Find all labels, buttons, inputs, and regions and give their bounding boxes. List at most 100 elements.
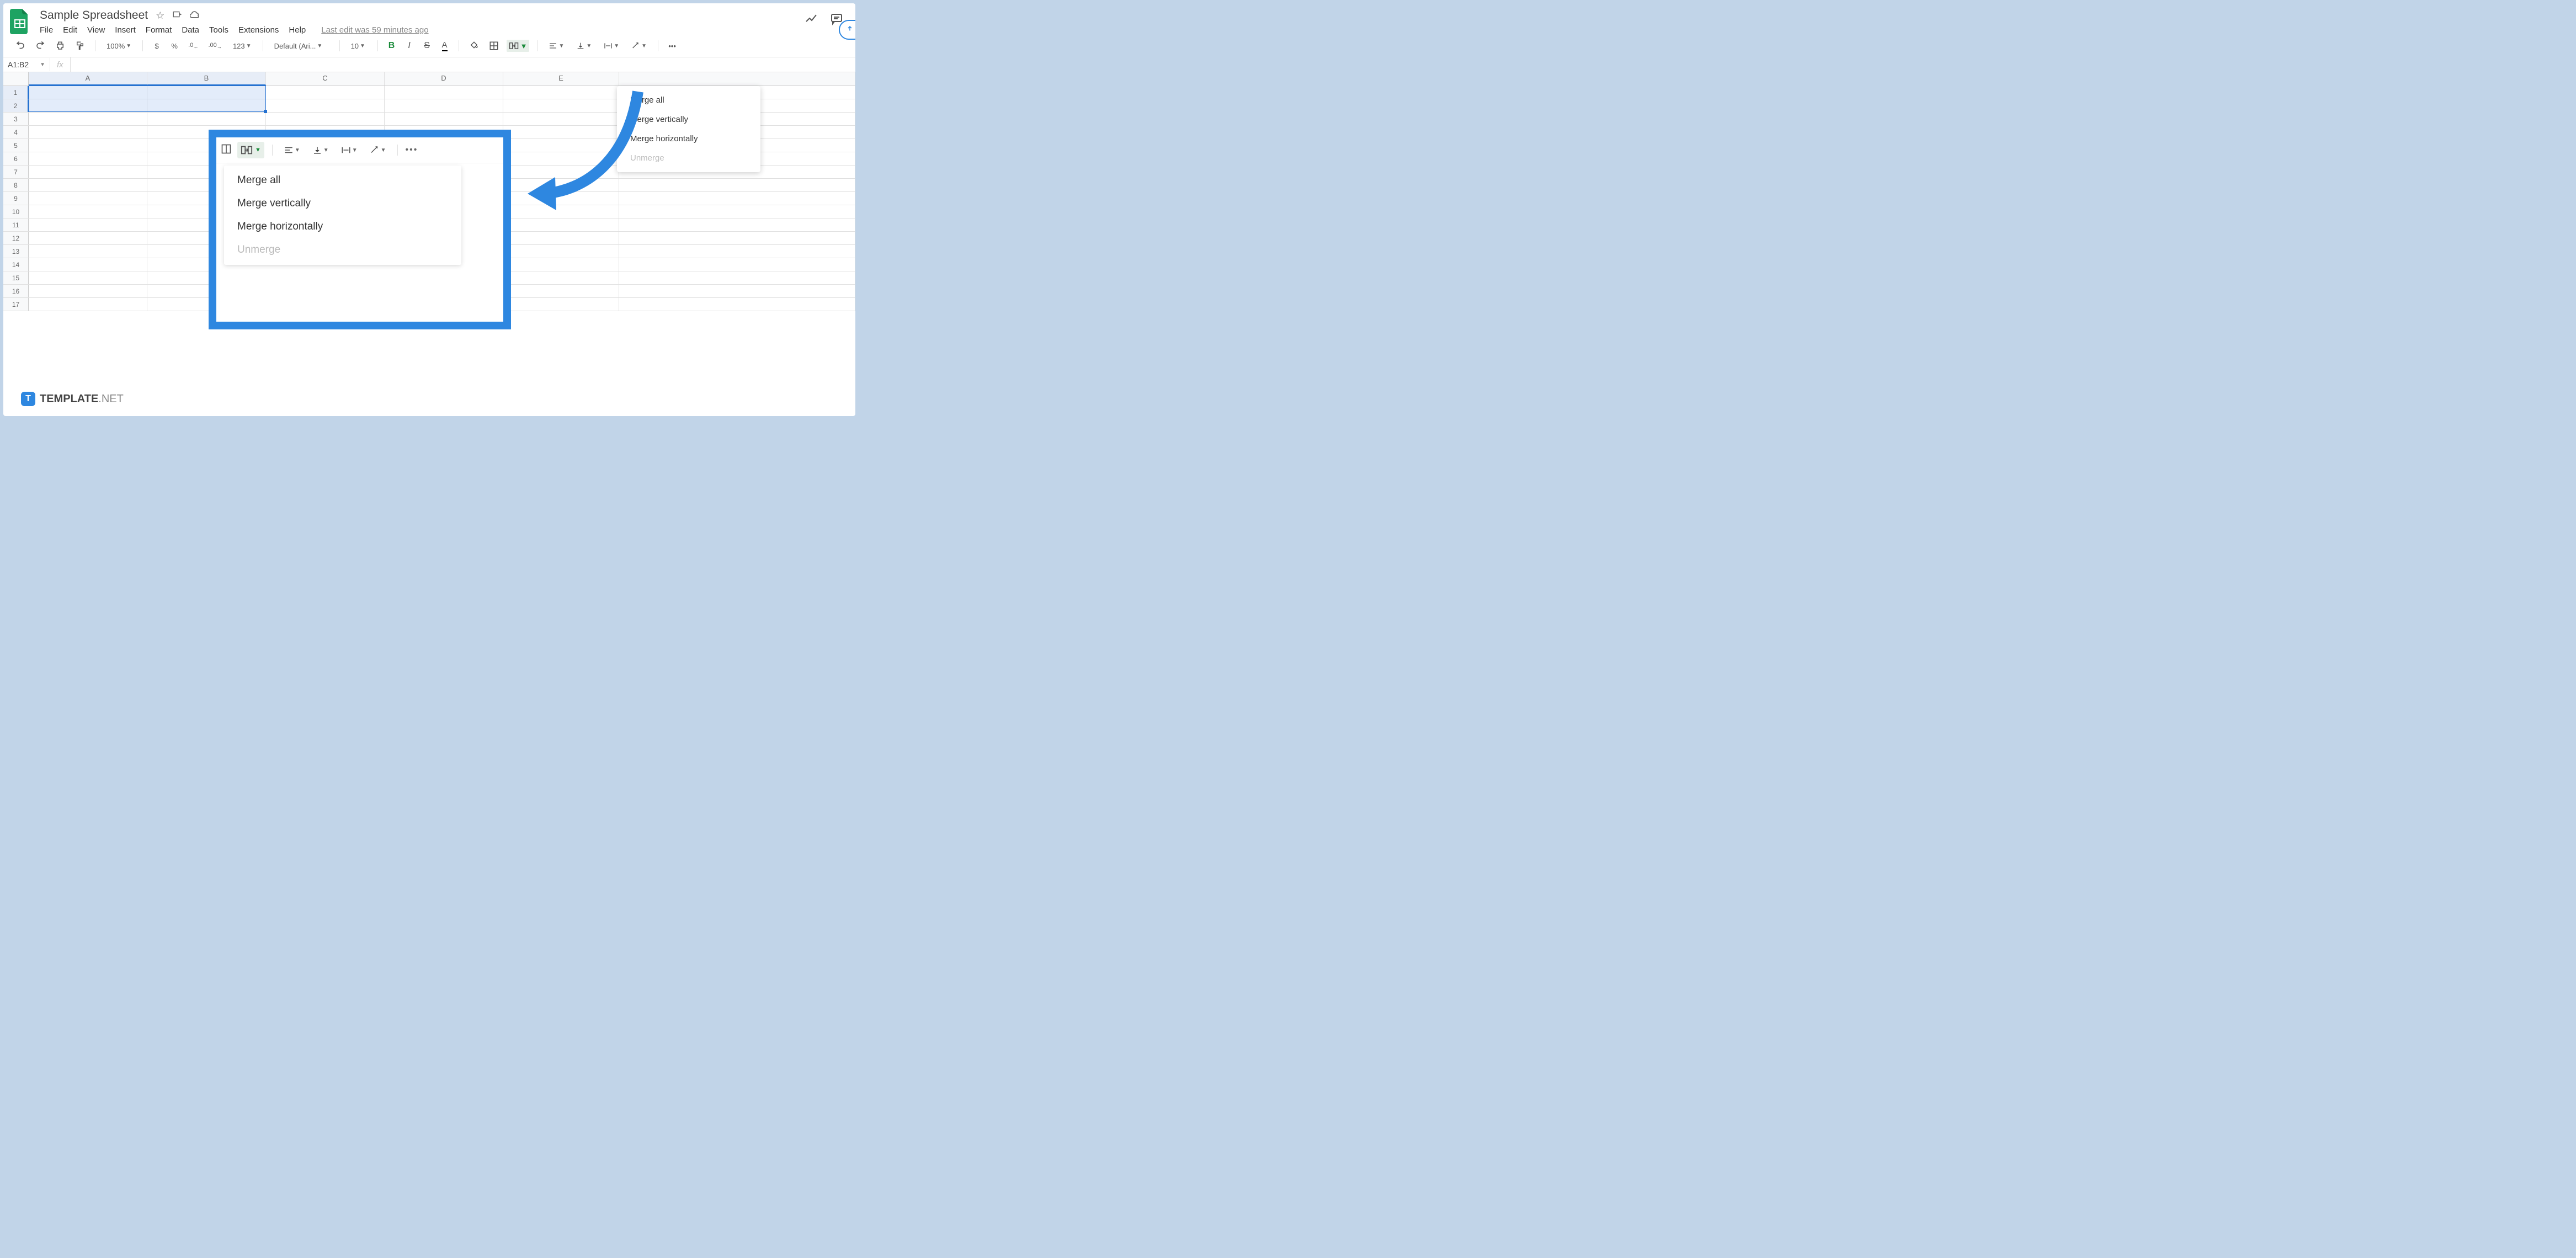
more-btn[interactable]: ••• [406,145,418,155]
paint-format-icon[interactable] [73,39,87,53]
bold-btn[interactable]: B [386,39,398,53]
cell[interactable] [29,232,147,244]
cell[interactable] [503,99,619,112]
cell[interactable] [619,218,855,231]
cell[interactable] [503,245,619,258]
name-box[interactable]: A1:B2▼ [3,58,50,71]
undo-icon[interactable] [13,39,28,53]
currency-btn[interactable]: $ [151,40,163,52]
percent-btn[interactable]: % [168,40,180,52]
cell[interactable] [29,126,147,138]
redo-icon[interactable] [33,39,47,53]
menu-insert[interactable]: Insert [115,25,136,35]
row-header[interactable]: 17 [3,298,29,311]
row-header[interactable]: 9 [3,192,29,205]
star-icon[interactable]: ☆ [156,10,164,22]
cell[interactable] [503,232,619,244]
fill-color-icon[interactable] [467,39,481,53]
cell[interactable] [503,298,619,311]
increase-decimal-btn[interactable]: .00→ [206,40,224,52]
cell[interactable] [619,271,855,284]
cell[interactable] [503,152,619,165]
decrease-decimal-btn[interactable]: .0← [186,40,200,52]
cell[interactable] [29,99,147,112]
menu-format[interactable]: Format [146,25,172,35]
cell[interactable] [385,99,503,112]
italic-btn[interactable]: I [403,39,416,53]
row-header[interactable]: 6 [3,152,29,165]
cell[interactable] [503,139,619,152]
row-header[interactable]: 1 [3,86,29,99]
more-toolbar-btn[interactable]: ••• [666,40,678,52]
row-header[interactable]: 15 [3,271,29,284]
menu-help[interactable]: Help [289,25,306,35]
cell[interactable] [29,192,147,205]
font-selector[interactable]: Default (Ari...▼ [271,41,332,51]
row-header[interactable]: 8 [3,179,29,191]
borders-icon[interactable] [487,39,501,53]
menu-file[interactable]: File [40,25,53,35]
h-align-btn[interactable]: ▼ [545,40,567,51]
more-formats-btn[interactable]: 123▼ [230,41,255,51]
cell[interactable] [147,113,266,125]
cell[interactable] [503,166,619,178]
cell[interactable] [619,179,855,191]
share-button[interactable] [839,20,855,40]
cell[interactable] [619,245,855,258]
cell[interactable] [503,218,619,231]
cell[interactable] [266,113,385,125]
col-header-c[interactable]: C [266,72,385,86]
formula-bar[interactable] [70,57,855,72]
cell[interactable] [619,285,855,297]
row-header[interactable]: 7 [3,166,29,178]
cell[interactable] [503,271,619,284]
merge-cells-btn[interactable]: ▼ [507,40,530,52]
row-header[interactable]: 4 [3,126,29,138]
zoom-selector[interactable]: 100%▼ [103,41,135,51]
merge-cells-active-btn[interactable]: ▼ [237,142,264,158]
cell[interactable] [29,271,147,284]
rotate-btn[interactable]: ▼ [366,144,390,156]
v-align-btn[interactable]: ▼ [573,40,595,51]
select-all-corner[interactable] [3,72,29,86]
last-edit[interactable]: Last edit was 59 minutes ago [321,25,428,35]
menu-tools[interactable]: Tools [209,25,228,35]
cell[interactable] [29,179,147,191]
wrap-btn[interactable]: ▼ [338,144,361,156]
row-header[interactable]: 13 [3,245,29,258]
cell[interactable] [29,258,147,271]
menu-view[interactable]: View [87,25,105,35]
rotate-btn[interactable]: ▼ [628,40,650,51]
menu-extensions[interactable]: Extensions [238,25,279,35]
cell[interactable] [503,113,619,125]
cell[interactable] [29,113,147,125]
merge-all-item[interactable]: Merge all [617,90,760,110]
menu-data[interactable]: Data [182,25,199,35]
cell[interactable] [503,258,619,271]
cell[interactable] [29,139,147,152]
cell[interactable] [385,86,503,99]
cloud-icon[interactable] [190,10,201,22]
col-header-e[interactable]: E [503,72,619,86]
cell[interactable] [29,205,147,218]
cell[interactable] [503,86,619,99]
strike-btn[interactable]: S [421,39,433,53]
row-header[interactable]: 14 [3,258,29,271]
cell[interactable] [503,179,619,191]
cell[interactable] [619,298,855,311]
cell[interactable] [266,99,385,112]
row-header[interactable]: 3 [3,113,29,125]
col-header-b[interactable]: B [147,72,266,86]
sheets-logo[interactable] [10,9,30,34]
row-header[interactable]: 16 [3,285,29,297]
cell[interactable] [266,86,385,99]
cell[interactable] [29,245,147,258]
v-align-btn[interactable]: ▼ [309,144,332,156]
cell[interactable] [503,126,619,138]
row-header[interactable]: 11 [3,218,29,231]
row-header[interactable]: 5 [3,139,29,152]
cell[interactable] [503,285,619,297]
text-color-btn[interactable]: A [439,38,451,54]
cell[interactable] [503,192,619,205]
merge-horizontally-item[interactable]: Merge horizontally [617,129,760,148]
